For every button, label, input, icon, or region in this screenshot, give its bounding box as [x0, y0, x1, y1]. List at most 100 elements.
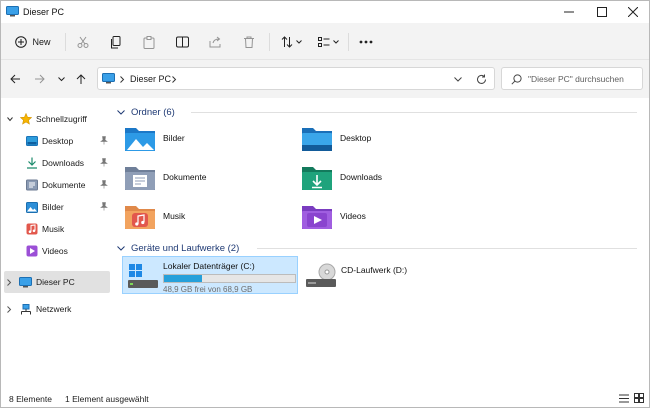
music-folder-icon — [123, 201, 157, 231]
group-header-drives[interactable]: Geräte und Laufwerke (2) — [117, 241, 637, 255]
sidebar-item-label: Musik — [42, 224, 65, 234]
folder-item-documents[interactable]: Dokumente — [119, 159, 289, 195]
navigation-pane: Schnellzugriff Desktop Downloads Dokumen… — [1, 98, 111, 391]
toolbar-divider — [348, 33, 349, 51]
share-button[interactable] — [205, 31, 225, 53]
trash-icon — [244, 36, 254, 48]
drive-name: Lokaler Datenträger (C:) — [163, 261, 255, 271]
sidebar-item-label: Dokumente — [42, 180, 86, 190]
pin-icon[interactable] — [100, 202, 108, 211]
sidebar-item-pictures[interactable]: Bilder — [1, 196, 111, 218]
selection-count: 1 Element ausgewählt — [65, 394, 149, 404]
documents-folder-icon — [123, 162, 157, 192]
minimize-button[interactable] — [553, 1, 585, 23]
sort-button[interactable] — [277, 31, 305, 53]
sidebar-item-label: Desktop — [42, 136, 74, 146]
documents-icon — [26, 179, 38, 191]
group-header-folders[interactable]: Ordner (6) — [117, 105, 637, 119]
content-pane: Ordner (6) Bilder Desktop Dokumente Down… — [111, 98, 649, 391]
scissors-icon — [77, 36, 89, 48]
copy-button[interactable] — [106, 31, 126, 53]
delete-button[interactable] — [239, 31, 259, 53]
chevron-down-icon — [295, 40, 302, 44]
back-button[interactable] — [5, 69, 25, 89]
folder-item-pictures[interactable]: Bilder — [119, 120, 289, 156]
folder-item-downloads[interactable]: Downloads — [296, 159, 466, 195]
download-icon — [27, 157, 37, 169]
cut-button[interactable] — [73, 31, 93, 53]
pin-icon[interactable] — [100, 180, 108, 189]
folder-name: Videos — [340, 211, 366, 221]
sidebar-item-this-pc[interactable]: Dieser PC — [4, 271, 110, 293]
sidebar-item-desktop[interactable]: Desktop — [1, 130, 111, 152]
arrow-right-icon — [34, 74, 45, 84]
breadcrumb-dieser-pc[interactable]: Dieser PC — [130, 74, 171, 84]
new-button[interactable]: New — [9, 31, 57, 53]
up-button[interactable] — [71, 69, 91, 89]
folder-name: Bilder — [163, 133, 185, 143]
folder-item-music[interactable]: Musik — [119, 198, 289, 234]
sidebar-item-documents[interactable]: Dokumente — [1, 174, 111, 196]
share-icon — [209, 36, 221, 48]
pictures-folder-icon — [123, 123, 157, 153]
forward-button[interactable] — [29, 69, 49, 89]
pc-icon — [102, 73, 115, 84]
new-button-label: New — [32, 37, 51, 47]
search-box[interactable]: "Dieser PC" durchsuchen — [501, 67, 643, 90]
drive-free-space: 48,9 GB frei von 68,9 GB — [163, 285, 253, 294]
minimize-icon — [564, 11, 574, 13]
windows-drive-icon — [128, 264, 158, 288]
close-button[interactable] — [617, 1, 649, 23]
refresh-icon[interactable] — [476, 74, 487, 85]
chevron-right-icon[interactable] — [7, 278, 12, 286]
view-button[interactable] — [314, 31, 342, 53]
title-bar: Dieser PC — [1, 1, 649, 23]
drive-item-c[interactable]: Lokaler Datenträger (C:) 48,9 GB frei vo… — [122, 256, 298, 294]
more-icon — [359, 40, 373, 44]
chevron-down-icon[interactable] — [117, 109, 125, 115]
sidebar-item-videos[interactable]: Videos — [1, 240, 111, 262]
drive-item-d[interactable]: CD-Laufwerk (D:) — [301, 256, 477, 294]
sidebar-item-music[interactable]: Musik — [1, 218, 111, 240]
sidebar-item-downloads[interactable]: Downloads — [1, 152, 111, 174]
search-icon — [511, 74, 522, 85]
videos-icon — [26, 245, 38, 257]
sidebar-item-label: Netzwerk — [36, 304, 72, 314]
toolbar-divider — [269, 33, 270, 51]
tiles-view-icon[interactable] — [634, 393, 644, 403]
details-view-icon[interactable] — [619, 394, 629, 403]
cd-drive-icon — [306, 263, 336, 287]
pin-icon[interactable] — [100, 136, 108, 145]
paste-button[interactable] — [139, 31, 159, 53]
group-title: Ordner (6) — [131, 106, 175, 118]
maximize-icon — [597, 7, 607, 17]
pictures-icon — [26, 201, 38, 213]
chevron-right-icon[interactable] — [172, 76, 177, 83]
pc-icon — [19, 276, 32, 287]
drive-usage-bar — [163, 274, 296, 283]
folder-item-videos[interactable]: Videos — [296, 198, 466, 234]
file-explorer-window: Dieser PC New Dieser PC "Dieser PC" durc… — [0, 0, 650, 408]
chevron-down-icon[interactable] — [7, 116, 13, 122]
chevron-right-icon[interactable] — [7, 305, 12, 313]
videos-folder-icon — [300, 201, 334, 231]
address-bar[interactable]: Dieser PC — [97, 67, 495, 90]
rename-button[interactable] — [172, 31, 192, 53]
sort-icon — [281, 36, 292, 48]
command-bar: New — [1, 23, 649, 60]
chevron-down-icon[interactable] — [117, 245, 125, 251]
rename-icon — [175, 36, 189, 48]
sidebar-item-network[interactable]: Netzwerk — [1, 298, 111, 320]
chevron-right-icon — [120, 76, 125, 83]
pin-icon[interactable] — [100, 158, 108, 167]
recent-locations-button[interactable] — [51, 69, 71, 89]
maximize-button[interactable] — [586, 1, 618, 23]
drive-name: CD-Laufwerk (D:) — [341, 265, 408, 275]
more-options-button[interactable] — [355, 31, 377, 53]
view-list-icon — [317, 37, 329, 47]
address-row: Dieser PC "Dieser PC" durchsuchen — [1, 60, 649, 98]
address-history-chevron-icon[interactable] — [454, 77, 462, 82]
folder-item-desktop[interactable]: Desktop — [296, 120, 466, 156]
sidebar-item-quick-access[interactable]: Schnellzugriff — [1, 108, 111, 130]
close-icon — [628, 7, 638, 17]
